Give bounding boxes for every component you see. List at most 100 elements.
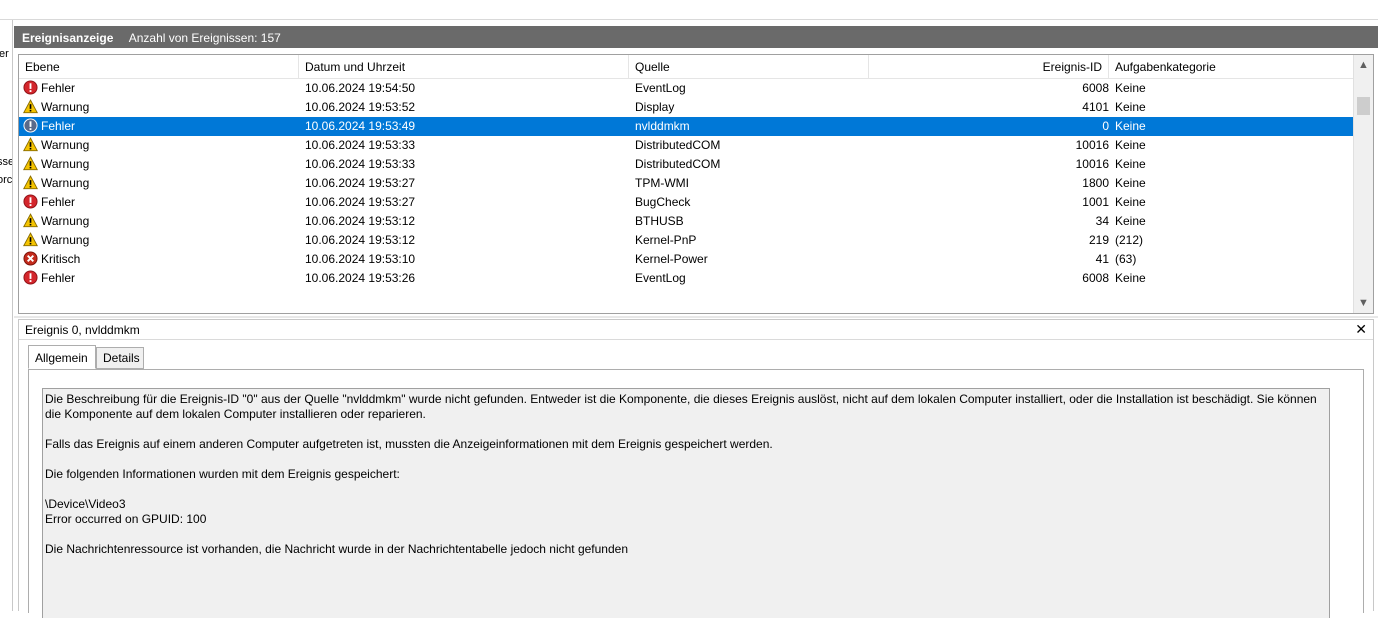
event-row[interactable]: Fehler 10.06.2024 19:53:27 BugCheck 1001 Kei… <box>19 193 1353 212</box>
event-detail-pane: Ereignis 0, nvlddmkm ✕ Allgemein Details… <box>18 319 1374 618</box>
event-level-label: Warnung <box>41 233 90 247</box>
warning-icon <box>23 175 39 190</box>
pane-splitter[interactable] <box>14 316 1378 318</box>
event-category: Keine <box>1115 81 1146 95</box>
event-viewer-header: Ereignisanzeige Anzahl von Ereignissen: … <box>14 26 1378 48</box>
event-level-cell: Warnung <box>23 98 293 117</box>
warning-icon <box>23 156 39 171</box>
description-line: \Device\Video3 <box>45 497 126 511</box>
event-level-label: Fehler <box>41 119 76 133</box>
event-id: 4101 <box>1082 100 1109 114</box>
event-id: 10016 <box>1075 157 1109 171</box>
event-id: 6008 <box>1082 81 1109 95</box>
event-id: 1001 <box>1082 195 1109 209</box>
event-row[interactable]: Warnung 10.06.2024 19:53:27 TPM-WMI 1800 Kei… <box>19 174 1353 193</box>
event-row[interactable]: Fehler 10.06.2024 19:54:50 EventLog 6008 Kei… <box>19 79 1353 98</box>
panel-title: Ereignisanzeige <box>22 31 114 45</box>
event-date: 10.06.2024 19:53:27 <box>305 176 416 190</box>
event-level-cell: Fehler <box>23 79 293 98</box>
event-source: EventLog <box>635 271 686 285</box>
event-level-cell: Kritisch <box>23 250 293 269</box>
event-date: 10.06.2024 19:54:50 <box>305 81 416 95</box>
column-header-event-id[interactable]: Ereignis-ID <box>869 55 1109 79</box>
event-id: 6008 <box>1082 271 1109 285</box>
event-row[interactable]: Kritisch 10.06.2024 19:53:10 Kernel-Power 4… <box>19 250 1353 269</box>
column-header-source[interactable]: Quelle <box>629 55 869 79</box>
description-line: Error occurred on GPUID: 100 <box>45 512 207 526</box>
event-source: Kernel-PnP <box>635 233 697 247</box>
event-date: 10.06.2024 19:53:12 <box>305 214 416 228</box>
left-navigation-pane[interactable]: er sse orc <box>0 20 13 611</box>
event-row[interactable]: Warnung 10.06.2024 19:53:33 DistributedCOM… <box>19 155 1353 174</box>
error-icon <box>23 194 38 209</box>
column-header-level[interactable]: Ebene <box>19 55 299 79</box>
event-rows: Fehler 10.06.2024 19:54:50 EventLog 6008 Kei… <box>19 79 1353 288</box>
error-icon <box>23 80 38 95</box>
event-source: Kernel-Power <box>635 252 708 266</box>
event-category: Keine <box>1115 157 1146 171</box>
event-level-cell: Warnung <box>23 155 293 174</box>
event-level-label: Kritisch <box>41 252 81 266</box>
description-paragraph: Die Nachrichtenressource ist vorhanden, … <box>45 542 628 556</box>
event-date: 10.06.2024 19:53:52 <box>305 100 416 114</box>
event-source: DistributedCOM <box>635 157 721 171</box>
tab-general[interactable]: Allgemein <box>28 345 96 369</box>
column-header-task-category[interactable]: Aufgabenkategorie <box>1109 55 1353 79</box>
event-level-label: Fehler <box>41 271 76 285</box>
critical-icon <box>23 251 38 266</box>
warning-icon <box>23 99 39 114</box>
warning-icon <box>23 232 39 247</box>
description-paragraph: Die folgenden Informationen wurden mit d… <box>45 467 400 481</box>
scroll-thumb[interactable] <box>1357 97 1370 115</box>
event-level-label: Warnung <box>41 157 90 171</box>
event-level-label: Fehler <box>41 81 76 95</box>
event-row[interactable]: Warnung 10.06.2024 19:53:12 Kernel-PnP 219 (… <box>19 231 1353 250</box>
event-description[interactable]: Die Beschreibung für die Ereignis-ID "0"… <box>42 388 1330 618</box>
column-header-date[interactable]: Datum und Uhrzeit <box>299 55 629 79</box>
description-paragraph: Die Beschreibung für die Ereignis-ID "0"… <box>45 392 1317 421</box>
event-level-label: Warnung <box>41 100 90 114</box>
event-source: BugCheck <box>635 195 691 209</box>
event-date: 10.06.2024 19:53:49 <box>305 119 416 133</box>
scroll-up-icon[interactable]: ▲ <box>1354 57 1373 74</box>
event-source: nvlddmkm <box>635 119 690 133</box>
event-id: 10016 <box>1075 138 1109 152</box>
event-level-cell: Warnung <box>23 231 293 250</box>
scroll-down-icon[interactable]: ▼ <box>1354 295 1373 312</box>
event-date: 10.06.2024 19:53:33 <box>305 138 416 152</box>
event-category: (212) <box>1115 233 1144 247</box>
event-source: TPM-WMI <box>635 176 689 190</box>
event-level-label: Fehler <box>41 195 76 209</box>
description-paragraph: Falls das Ereignis auf einem anderen Com… <box>45 437 773 451</box>
warning-icon <box>23 137 39 152</box>
close-icon[interactable]: ✕ <box>1355 321 1367 338</box>
event-level-cell: Fehler <box>23 117 293 136</box>
event-date: 10.06.2024 19:53:33 <box>305 157 416 171</box>
event-level-label: Warnung <box>41 176 90 190</box>
detail-title: Ereignis 0, nvlddmkm <box>25 323 140 337</box>
event-date: 10.06.2024 19:53:12 <box>305 233 416 247</box>
main-panel: Ereignisanzeige Anzahl von Ereignissen: … <box>14 26 1378 618</box>
event-id: 0 <box>1102 119 1109 133</box>
event-date: 10.06.2024 19:53:27 <box>305 195 416 209</box>
left-pane-fragment: er <box>0 48 9 60</box>
event-source: Display <box>635 100 675 114</box>
event-row[interactable]: Warnung 10.06.2024 19:53:12 BTHUSB 34 Keine <box>19 212 1353 231</box>
event-row[interactable]: Warnung 10.06.2024 19:53:33 DistributedCOM… <box>19 136 1353 155</box>
event-list[interactable]: Ebene Datum und Uhrzeit Quelle Ereignis-… <box>18 54 1374 314</box>
event-category: Keine <box>1115 119 1146 133</box>
event-category: Keine <box>1115 100 1146 114</box>
vertical-scrollbar[interactable]: ▲ ▼ <box>1353 55 1373 313</box>
event-row[interactable]: Fehler 10.06.2024 19:53:26 EventLog 6008 Kei… <box>19 269 1353 288</box>
event-row[interactable]: Warnung 10.06.2024 19:53:52 Display 4101 Kei… <box>19 98 1353 117</box>
detail-header: Ereignis 0, nvlddmkm ✕ <box>19 320 1373 340</box>
left-pane-fragment: orc <box>0 174 13 186</box>
tab-details[interactable]: Details <box>96 347 144 369</box>
event-level-label: Warnung <box>41 214 90 228</box>
event-row[interactable]: Fehler 10.06.2024 19:53:49 nvlddmkm 0 Keine <box>19 117 1353 136</box>
event-level-cell: Warnung <box>23 212 293 231</box>
event-level-cell: Fehler <box>23 193 293 212</box>
left-pane-fragment: sse <box>0 156 13 168</box>
event-source: EventLog <box>635 81 686 95</box>
error-icon <box>23 118 38 133</box>
